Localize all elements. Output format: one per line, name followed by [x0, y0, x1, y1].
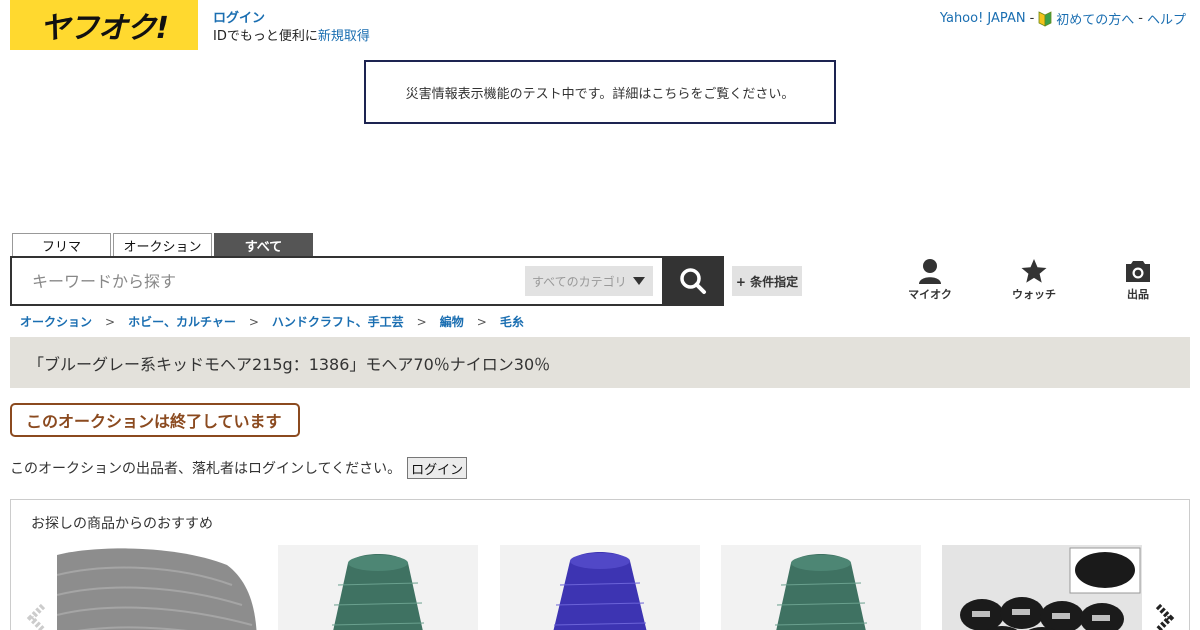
top-links: Yahoo! JAPAN - 初めての方へ - ヘルプ	[940, 9, 1186, 28]
rec-item[interactable]	[500, 545, 700, 630]
breadcrumb-separator: >	[105, 314, 116, 329]
teal-mohair-cone-image	[721, 545, 921, 630]
tab-auction[interactable]: オークション	[113, 233, 212, 256]
breadcrumb-item[interactable]: ホビー、カルチャー	[128, 313, 236, 330]
notice-text: 災害情報表示機能のテスト中です。詳細はこちらをご覧ください。	[405, 86, 795, 102]
black-yarn-balls-image	[942, 545, 1142, 630]
login-button[interactable]: ログイン	[407, 457, 468, 479]
nav-icons: マイオク ウォッチ 出品	[880, 258, 1190, 306]
blue-violet-mohair-cone-image	[500, 545, 700, 630]
chevron-down-icon	[633, 277, 645, 285]
teal-mohair-cone-image	[278, 545, 478, 630]
login-sub-label: IDでもっと便利に	[213, 29, 318, 44]
nav-myauction[interactable]: マイオク	[880, 258, 980, 302]
star-icon	[1021, 259, 1047, 283]
beginner-link[interactable]: 初めての方へ	[1056, 9, 1134, 28]
nav-myauction-label: マイオク	[908, 288, 952, 301]
tab-all[interactable]: すべて	[214, 233, 313, 256]
login-sub-text: IDでもっと便利に新規取得	[213, 28, 370, 46]
header-login-link[interactable]: ログイン	[213, 10, 370, 28]
recommendations-panel: お探しの商品からのおすすめ	[10, 499, 1190, 630]
rec-item[interactable]	[278, 545, 478, 630]
disaster-notice[interactable]: 災害情報表示機能のテスト中です。詳細はこちらをご覧ください。	[364, 60, 836, 124]
nav-sell[interactable]: 出品	[1088, 258, 1188, 302]
search-button[interactable]	[662, 256, 724, 306]
person-icon	[919, 259, 941, 284]
login-prompt-text: このオークションの出品者、落札者はログインしてください。	[10, 461, 402, 477]
camera-icon	[1126, 261, 1150, 282]
tab-flea-market[interactable]: フリマ	[12, 233, 111, 256]
yahuoku-logo[interactable]: ヤフオク!	[10, 0, 198, 50]
recommendations-title: お探しの商品からのおすすめ	[31, 516, 213, 532]
product-title-bar: 「ブルーグレー系キッドモヘア215g：1386」モヘア70％ナイロン30％	[10, 337, 1190, 388]
rec-item[interactable]	[57, 545, 257, 630]
search-input[interactable]	[32, 258, 512, 304]
search-icon	[680, 268, 706, 294]
carousel-prev-icon[interactable]	[25, 603, 47, 630]
login-prompt: このオークションの出品者、落札者はログインしてください。 ログイン	[10, 457, 468, 479]
gray-knit-fabric-image	[57, 545, 257, 630]
login-box: ログイン IDでもっと便利に新規取得	[213, 10, 370, 46]
signup-link[interactable]: 新規取得	[318, 29, 370, 44]
breadcrumb: オークション > ホビー、カルチャー > ハンドクラフト、手工芸 > 編物 > …	[20, 313, 524, 330]
breadcrumb-item[interactable]: 毛糸	[500, 313, 524, 330]
logo-text: ヤフオク!	[39, 11, 169, 46]
category-select[interactable]: すべてのカテゴリ	[525, 266, 653, 296]
recommendations-list	[57, 545, 1147, 630]
breadcrumb-item[interactable]: ハンドクラフト、手工芸	[272, 313, 404, 330]
carousel-next-icon[interactable]	[1154, 603, 1176, 630]
nav-watch[interactable]: ウォッチ	[984, 258, 1084, 302]
category-label: すべてのカテゴリ	[532, 274, 627, 289]
rec-item[interactable]	[942, 545, 1142, 630]
search-box: すべてのカテゴリ	[10, 256, 664, 306]
breadcrumb-separator: >	[248, 314, 259, 329]
nav-watch-label: ウォッチ	[1012, 288, 1056, 301]
breadcrumb-item[interactable]: 編物	[440, 313, 464, 330]
yahoo-japan-link[interactable]: Yahoo! JAPAN	[940, 11, 1026, 26]
condition-button[interactable]: + 条件指定	[732, 266, 802, 296]
breadcrumb-separator: >	[416, 314, 427, 329]
rec-item[interactable]	[721, 545, 921, 630]
breadcrumb-item[interactable]: オークション	[20, 313, 92, 330]
link-separator: -	[1029, 11, 1035, 26]
product-title: 「ブルーグレー系キッドモヘア215g：1386」モヘア70％ナイロン30％	[28, 354, 551, 374]
breadcrumb-separator: >	[476, 314, 487, 329]
auction-ended-badge: このオークションは終了しています	[10, 403, 300, 437]
link-separator: -	[1138, 11, 1143, 26]
beginner-mark-icon	[1038, 10, 1052, 27]
search-tabs: フリマ オークション すべて	[12, 233, 313, 256]
help-link[interactable]: ヘルプ	[1147, 9, 1186, 28]
nav-sell-label: 出品	[1127, 288, 1149, 301]
